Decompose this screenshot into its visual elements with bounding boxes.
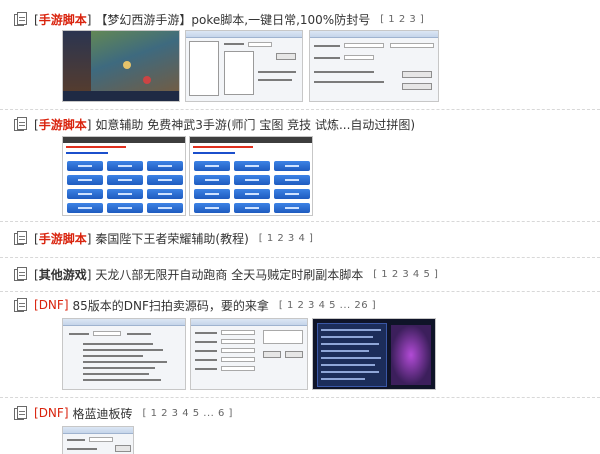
thread-category[interactable]: [DNF] <box>34 298 69 312</box>
thread-category[interactable]: [手游脚本] <box>34 116 91 133</box>
thread-title-line: [DNF] 格蓝迪板砖 [ 1 2 3 4 5 ... 6 ] <box>14 405 233 421</box>
thread-title-line: [手游脚本] 【梦幻西游手游】poke脚本,一键日常,100%防封号 [ 1 2… <box>14 11 424 27</box>
document-icon <box>14 117 28 131</box>
document-icon <box>14 406 28 420</box>
thread-pagination[interactable]: [ 1 2 3 ] <box>380 14 424 25</box>
thumbnail-script-window[interactable] <box>309 30 439 102</box>
thread-title-link[interactable]: 秦国陛下王者荣耀辅助(教程) <box>95 230 248 247</box>
thread-title-link[interactable]: 【梦幻西游手游】poke脚本,一键日常,100%防封号 <box>95 11 370 28</box>
thumbnail-settings-window[interactable] <box>62 426 134 454</box>
thumbnail-game-screenshot[interactable] <box>62 30 180 102</box>
thumbnail-mobile-menu[interactable] <box>189 136 313 216</box>
thread-title-link[interactable]: 如意辅助 免费神武3手游(师门 宝图 竞技 试炼...自动过拼图) <box>95 116 415 133</box>
thread-row: [手游脚本] 秦国陛下王者荣耀辅助(教程) [ 1 2 3 4 ] <box>0 222 600 258</box>
thumbnail-mobile-menu[interactable] <box>62 136 186 216</box>
thumbnail-script-window[interactable] <box>185 30 303 102</box>
thread-title-link[interactable]: 格蓝迪板砖 <box>73 405 133 422</box>
thread-row: [DNF] 格蓝迪板砖 [ 1 2 3 4 5 ... 6 ] <box>0 398 600 454</box>
thread-title-link[interactable]: 85版本的DNF扫拍卖源码，要的来拿 <box>73 297 269 314</box>
document-icon <box>14 267 28 281</box>
thread-pagination[interactable]: [ 1 2 3 4 5 ] <box>373 269 438 280</box>
thumbnail-settings-window[interactable] <box>62 318 186 390</box>
thread-title-line: [其他游戏] 天龙八部无限开自动跑商 全天马贼定时刷副本脚本 [ 1 2 3 4… <box>14 266 438 282</box>
thread-category[interactable]: [手游脚本] <box>34 230 91 247</box>
thread-pagination[interactable]: [ 1 2 3 4 5 ... 6 ] <box>143 408 233 419</box>
thumbnail-settings-window[interactable] <box>190 318 308 390</box>
thread-title-line: [DNF] 85版本的DNF扫拍卖源码，要的来拿 [ 1 2 3 4 5 ...… <box>14 297 376 313</box>
thread-row: [其他游戏] 天龙八部无限开自动跑商 全天马贼定时刷副本脚本 [ 1 2 3 4… <box>0 258 600 292</box>
thread-row: [DNF] 85版本的DNF扫拍卖源码，要的来拿 [ 1 2 3 4 5 ...… <box>0 292 600 398</box>
thread-category[interactable]: [手游脚本] <box>34 11 91 28</box>
thread-row: [手游脚本] 【梦幻西游手游】poke脚本,一键日常,100%防封号 [ 1 2… <box>0 0 600 110</box>
document-icon <box>14 298 28 312</box>
document-icon <box>14 12 28 26</box>
thread-title-line: [手游脚本] 如意辅助 免费神武3手游(师门 宝图 竞技 试炼...自动过拼图) <box>14 116 415 132</box>
thread-row: [手游脚本] 如意辅助 免费神武3手游(师门 宝图 竞技 试炼...自动过拼图) <box>0 110 600 222</box>
document-icon <box>14 231 28 245</box>
thread-title-link[interactable]: 天龙八部无限开自动跑商 全天马贼定时刷副本脚本 <box>95 266 363 283</box>
thread-category[interactable]: [DNF] <box>34 406 69 420</box>
thumbnail-dark-game-ui[interactable] <box>312 318 436 390</box>
thread-pagination[interactable]: [ 1 2 3 4 ] <box>259 233 314 244</box>
thread-title-line: [手游脚本] 秦国陛下王者荣耀辅助(教程) [ 1 2 3 4 ] <box>14 230 313 246</box>
thread-category[interactable]: [其他游戏] <box>34 266 91 283</box>
thread-pagination[interactable]: [ 1 2 3 4 5 ... 26 ] <box>279 300 376 311</box>
